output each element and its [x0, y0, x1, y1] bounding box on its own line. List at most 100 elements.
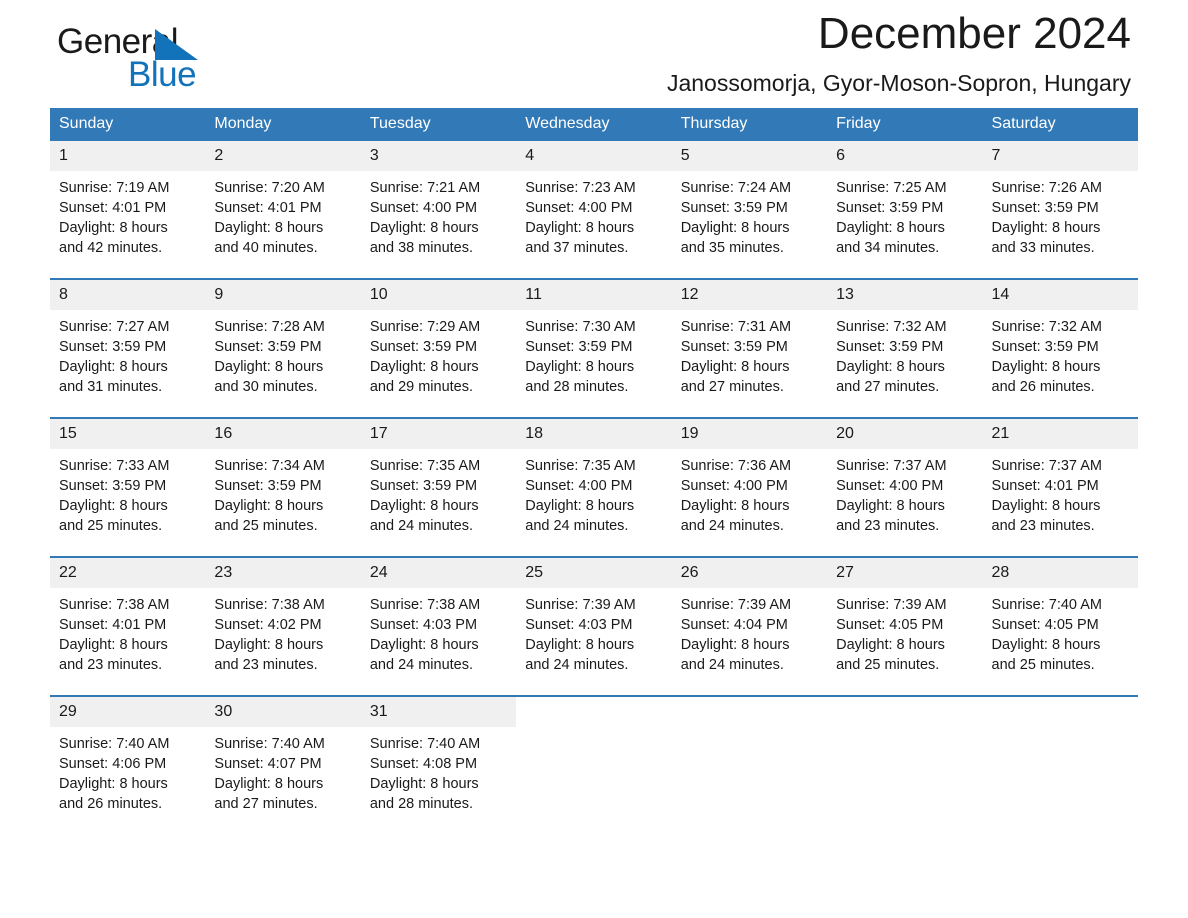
daylight-text-line2: and 25 minutes. [991, 657, 1095, 673]
sunrise-text: Sunrise: 7:40 AM [369, 736, 481, 752]
sunset-text: Sunset: 4:05 PM [991, 617, 1099, 633]
calendar-day-cell[interactable]: 6 Sunrise: 7:25 AM Sunset: 3:59 PM Daylight… [827, 141, 983, 279]
day-number: 15 [50, 419, 206, 449]
day-number: 5 [671, 141, 828, 171]
calendar-day-cell[interactable]: 14 Sunrise: 7:32 AM Sunset: 3:59 PM Dayligh… [982, 278, 1138, 418]
calendar-day-cell[interactable]: 15 Sunrise: 7:33 AM Sunset: 3:59 PM Dayligh… [50, 417, 206, 557]
sunset-text: Sunset: 3:59 PM [991, 200, 1099, 216]
day-details: Sunrise: 7:37 AM Sunset: 4:01 PM Daylight:… [983, 449, 1138, 556]
calendar-day-cell[interactable]: 13 Sunrise: 7:32 AM Sunset: 3:59 PM Dayligh… [827, 278, 983, 418]
calendar-day-cell[interactable]: 5 Sunrise: 7:24 AM Sunset: 3:59 PM Daylight… [671, 141, 828, 279]
daylight-text-line2: and 26 minutes. [991, 379, 1095, 395]
day-details: Sunrise: 7:35 AM Sunset: 3:59 PM Daylight:… [361, 449, 516, 556]
sunrise-text: Sunrise: 7:35 AM [369, 458, 481, 474]
daylight-text-line1: Daylight: 8 hours [369, 359, 479, 375]
day-details: Sunrise: 7:30 AM Sunset: 3:59 PM Daylight:… [516, 310, 671, 417]
day-number: 6 [827, 141, 983, 171]
sunset-text: Sunset: 4:01 PM [991, 478, 1099, 494]
calendar-day-cell[interactable]: 2 Sunrise: 7:20 AM Sunset: 4:01 PM Daylight… [205, 141, 361, 279]
calendar-day-cell[interactable]: 4 Sunrise: 7:23 AM Sunset: 4:00 PM Daylight… [516, 141, 672, 279]
daylight-text-line1: Daylight: 8 hours [680, 220, 790, 236]
sunset-text: Sunset: 3:59 PM [680, 339, 788, 355]
calendar-day-cell[interactable]: 25 Sunrise: 7:39 AM Sunset: 4:03 PM Dayligh… [516, 556, 672, 696]
sunrise-text: Sunrise: 7:39 AM [680, 597, 792, 613]
calendar-week-row: 1 Sunrise: 7:19 AM Sunset: 4:01 PM Daylight… [50, 141, 1138, 279]
day-number: 7 [982, 141, 1138, 171]
calendar-day-cell[interactable]: 3 Sunrise: 7:21 AM Sunset: 4:00 PM Daylight… [360, 141, 517, 279]
daylight-text-line2: and 24 minutes. [525, 518, 629, 534]
day-details: Sunrise: 7:23 AM Sunset: 4:00 PM Daylight:… [516, 171, 671, 278]
calendar-day-cell[interactable]: 23 Sunrise: 7:38 AM Sunset: 4:02 PM Dayligh… [205, 556, 361, 696]
sunset-text: Sunset: 3:59 PM [369, 339, 478, 355]
calendar-week-row: 29 Sunrise: 7:40 AM Sunset: 4:06 PM Dayligh… [50, 695, 1138, 834]
sunset-text: Sunset: 3:59 PM [214, 339, 322, 355]
calendar-day-cell[interactable]: 18 Sunrise: 7:35 AM Sunset: 4:00 PM Dayligh… [516, 417, 672, 557]
daylight-text-line2: and 24 minutes. [525, 657, 629, 673]
day-number: 3 [360, 141, 517, 171]
calendar-day-cell[interactable]: 22 Sunrise: 7:38 AM Sunset: 4:01 PM Dayligh… [50, 556, 206, 696]
sunrise-sunset-calendar: Sunday Monday Tuesday Wednesday Thursday Frid… [50, 108, 1138, 834]
calendar-day-cell[interactable]: 20 Sunrise: 7:37 AM Sunset: 4:00 PM Dayligh… [827, 417, 983, 557]
day-number: 19 [671, 419, 828, 449]
sunset-text: Sunset: 3:59 PM [525, 339, 633, 355]
calendar-empty-cell [516, 695, 672, 834]
day-number: 20 [827, 419, 983, 449]
day-number: 11 [516, 280, 672, 310]
daylight-text-line1: Daylight: 8 hours [214, 359, 324, 375]
sunset-text: Sunset: 4:00 PM [836, 478, 944, 494]
sunrise-text: Sunrise: 7:33 AM [59, 458, 170, 474]
calendar-day-cell[interactable]: 21 Sunrise: 7:37 AM Sunset: 4:01 PM Dayligh… [982, 417, 1138, 557]
calendar-day-cell[interactable]: 29 Sunrise: 7:40 AM Sunset: 4:06 PM Dayligh… [50, 695, 206, 834]
calendar-empty-cell [827, 695, 983, 834]
weekday-header-thursday: Thursday [671, 108, 828, 141]
day-details: Sunrise: 7:24 AM Sunset: 3:59 PM Daylight:… [672, 171, 827, 278]
calendar-day-cell[interactable]: 26 Sunrise: 7:39 AM Sunset: 4:04 PM Dayligh… [671, 556, 828, 696]
day-number [982, 697, 1138, 727]
calendar-day-cell[interactable]: 31 Sunrise: 7:40 AM Sunset: 4:08 PM Dayligh… [360, 695, 517, 834]
day-number: 26 [671, 558, 828, 588]
calendar-day-cell[interactable]: 16 Sunrise: 7:34 AM Sunset: 3:59 PM Dayligh… [205, 417, 361, 557]
sunrise-text: Sunrise: 7:38 AM [214, 597, 325, 613]
day-number: 22 [50, 558, 206, 588]
daylight-text-line1: Daylight: 8 hours [680, 498, 790, 514]
day-number: 10 [360, 280, 517, 310]
sunrise-text: Sunrise: 7:23 AM [525, 180, 636, 196]
day-number: 21 [982, 419, 1138, 449]
daylight-text-line1: Daylight: 8 hours [369, 776, 479, 792]
daylight-text-line1: Daylight: 8 hours [836, 220, 945, 236]
calendar-day-cell[interactable]: 30 Sunrise: 7:40 AM Sunset: 4:07 PM Dayligh… [205, 695, 361, 834]
sunset-text: Sunset: 4:01 PM [59, 200, 167, 216]
calendar-day-cell[interactable]: 11 Sunrise: 7:30 AM Sunset: 3:59 PM Dayligh… [516, 278, 672, 418]
calendar-day-cell[interactable]: 27 Sunrise: 7:39 AM Sunset: 4:05 PM Dayligh… [827, 556, 983, 696]
sunrise-text: Sunrise: 7:37 AM [991, 458, 1102, 474]
calendar-day-cell[interactable]: 28 Sunrise: 7:40 AM Sunset: 4:05 PM Dayligh… [982, 556, 1138, 696]
calendar-day-cell[interactable]: 12 Sunrise: 7:31 AM Sunset: 3:59 PM Dayligh… [671, 278, 828, 418]
calendar-week-row: 15 Sunrise: 7:33 AM Sunset: 3:59 PM Dayligh… [50, 417, 1138, 557]
calendar-day-cell[interactable]: 19 Sunrise: 7:36 AM Sunset: 4:00 PM Dayligh… [671, 417, 828, 557]
sunset-text: Sunset: 3:59 PM [836, 200, 944, 216]
sunset-text: Sunset: 3:59 PM [836, 339, 944, 355]
calendar-day-cell[interactable]: 24 Sunrise: 7:38 AM Sunset: 4:03 PM Dayligh… [360, 556, 517, 696]
generalblue-logo[interactable]: General Blue [57, 22, 257, 94]
daylight-text-line2: and 24 minutes. [369, 518, 474, 534]
daylight-text-line1: Daylight: 8 hours [59, 776, 168, 792]
calendar-day-cell[interactable]: 1 Sunrise: 7:19 AM Sunset: 4:01 PM Daylight… [50, 141, 206, 279]
daylight-text-line2: and 28 minutes. [525, 379, 629, 395]
day-number [827, 697, 983, 727]
day-number: 24 [360, 558, 517, 588]
calendar-day-cell[interactable]: 8 Sunrise: 7:27 AM Sunset: 3:59 PM Daylight… [50, 278, 206, 418]
day-number: 25 [516, 558, 672, 588]
calendar-day-cell[interactable]: 10 Sunrise: 7:29 AM Sunset: 3:59 PM Dayligh… [360, 278, 517, 418]
daylight-text-line1: Daylight: 8 hours [525, 220, 635, 236]
day-number [671, 697, 828, 727]
day-number: 2 [205, 141, 361, 171]
calendar-day-cell[interactable]: 17 Sunrise: 7:35 AM Sunset: 3:59 PM Dayligh… [360, 417, 517, 557]
sunrise-text: Sunrise: 7:38 AM [59, 597, 170, 613]
daylight-text-line2: and 25 minutes. [59, 518, 163, 534]
calendar-day-cell[interactable]: 7 Sunrise: 7:26 AM Sunset: 3:59 PM Daylight… [982, 141, 1138, 279]
weekday-header-sunday: Sunday [50, 108, 206, 141]
sunrise-text: Sunrise: 7:38 AM [369, 597, 481, 613]
calendar-day-cell[interactable]: 9 Sunrise: 7:28 AM Sunset: 3:59 PM Daylight… [205, 278, 361, 418]
sunset-text: Sunset: 4:00 PM [680, 478, 788, 494]
page-subtitle: Janossomorja, Gyor-Moson-Sopron, Hungary [666, 70, 1131, 96]
